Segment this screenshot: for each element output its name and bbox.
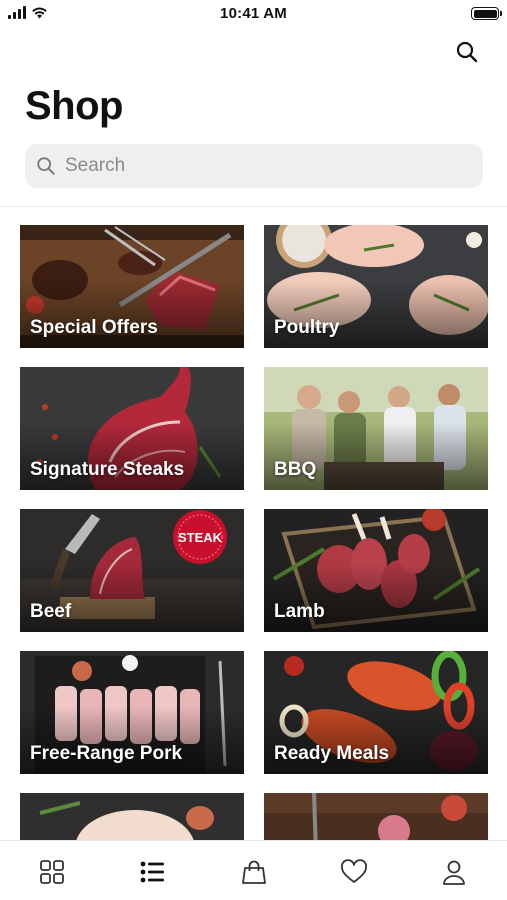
category-tile-partial[interactable] (264, 793, 488, 840)
category-image (264, 793, 488, 840)
grid-icon (40, 860, 64, 884)
category-label: Free-Range Pork (30, 743, 183, 764)
nav-item-home[interactable] (35, 855, 69, 889)
profile-icon (443, 860, 465, 885)
heart-icon (341, 859, 367, 883)
category-tile-signature-steaks[interactable]: Signature Steaks (20, 367, 244, 490)
category-label: Beef (30, 601, 72, 622)
category-label: Poultry (274, 317, 340, 338)
search-bar[interactable] (25, 144, 483, 188)
category-image (20, 793, 244, 840)
search-input[interactable] (65, 155, 445, 177)
nav-item-favorites[interactable] (337, 855, 371, 889)
category-label: Ready Meals (274, 743, 390, 764)
page-title: Shop (25, 84, 123, 128)
bottom-nav (0, 840, 507, 900)
search-icon (37, 157, 55, 175)
category-tile-free-range-pork[interactable]: Free-Range Pork (20, 651, 244, 774)
category-tile-lamb[interactable]: Lamb (264, 509, 488, 632)
battery-icon (471, 7, 502, 20)
category-label: BBQ (274, 459, 317, 480)
list-icon (140, 861, 164, 883)
category-tile-beef[interactable]: STEAK Beef (20, 509, 244, 632)
category-grid: Special Offers Poultry Signature Steaks … (20, 225, 488, 840)
category-label: Special Offers (30, 317, 158, 338)
category-tile-ready-meals[interactable]: Ready Meals (264, 651, 488, 774)
nav-item-profile[interactable] (437, 855, 471, 889)
category-label: Lamb (274, 601, 325, 622)
category-tile-partial[interactable] (20, 793, 244, 840)
header-search-button[interactable] (453, 38, 481, 66)
category-label: Signature Steaks (30, 459, 185, 480)
steak-stamp-text: STEAK (178, 530, 223, 545)
header-divider (0, 206, 507, 207)
category-tile-bbq[interactable]: BBQ (264, 367, 488, 490)
status-bar: 10:41 AM (0, 0, 507, 30)
shopping-bag-icon (242, 860, 266, 884)
nav-item-bag[interactable] (237, 855, 271, 889)
search-icon (456, 41, 478, 63)
category-tile-poultry[interactable]: Poultry (264, 225, 488, 348)
category-tile-special-offers[interactable]: Special Offers (20, 225, 244, 348)
status-time: 10:41 AM (220, 5, 287, 22)
nav-item-shop[interactable] (135, 855, 169, 889)
